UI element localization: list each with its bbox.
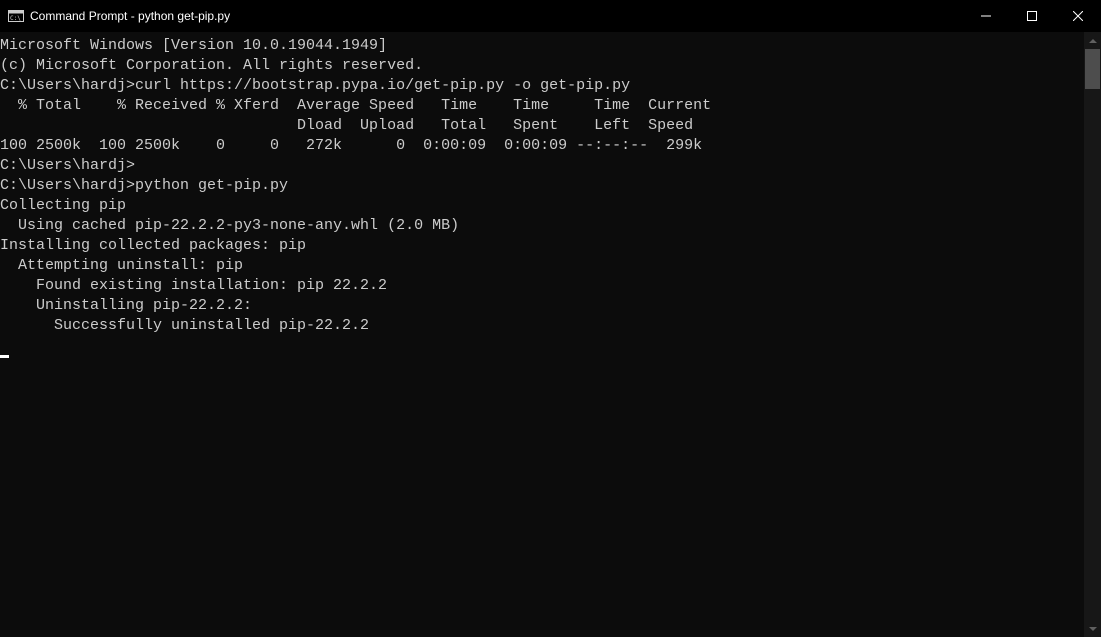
scrollbar-thumb[interactable]	[1085, 49, 1100, 89]
vertical-scrollbar[interactable]	[1084, 32, 1101, 637]
terminal-line: 100 2500k 100 2500k 0 0 272k 0 0:00:09 0…	[0, 136, 1084, 156]
scroll-up-arrow-icon[interactable]	[1084, 32, 1101, 49]
window-titlebar[interactable]: C:\ Command Prompt - python get-pip.py	[0, 0, 1101, 32]
terminal-line: % Total % Received % Xferd Average Speed…	[0, 96, 1084, 116]
terminal-line: (c) Microsoft Corporation. All rights re…	[0, 56, 1084, 76]
scroll-down-arrow-icon[interactable]	[1084, 620, 1101, 637]
terminal-cursor-line	[0, 336, 1084, 356]
terminal-line: Microsoft Windows [Version 10.0.19044.19…	[0, 36, 1084, 56]
maximize-button[interactable]	[1009, 0, 1055, 32]
terminal-line: C:\Users\hardj>curl https://bootstrap.py…	[0, 76, 1084, 96]
window-controls	[963, 0, 1101, 32]
terminal-line: C:\Users\hardj>python get-pip.py	[0, 176, 1084, 196]
close-button[interactable]	[1055, 0, 1101, 32]
terminal-line: Dload Upload Total Spent Left Speed	[0, 116, 1084, 136]
minimize-button[interactable]	[963, 0, 1009, 32]
terminal-line: Collecting pip	[0, 196, 1084, 216]
terminal-area: Microsoft Windows [Version 10.0.19044.19…	[0, 32, 1101, 637]
terminal-line: C:\Users\hardj>	[0, 156, 1084, 176]
terminal-line: Using cached pip-22.2.2-py3-none-any.whl…	[0, 216, 1084, 236]
terminal-line: Uninstalling pip-22.2.2:	[0, 296, 1084, 316]
svg-text:C:\: C:\	[10, 15, 21, 22]
window-title: Command Prompt - python get-pip.py	[30, 9, 230, 23]
terminal-line: Installing collected packages: pip	[0, 236, 1084, 256]
terminal-output[interactable]: Microsoft Windows [Version 10.0.19044.19…	[0, 32, 1084, 637]
terminal-line: Attempting uninstall: pip	[0, 256, 1084, 276]
cmd-icon: C:\	[8, 8, 24, 24]
terminal-line: Successfully uninstalled pip-22.2.2	[0, 316, 1084, 336]
terminal-line: Found existing installation: pip 22.2.2	[0, 276, 1084, 296]
text-cursor-icon	[0, 355, 9, 358]
